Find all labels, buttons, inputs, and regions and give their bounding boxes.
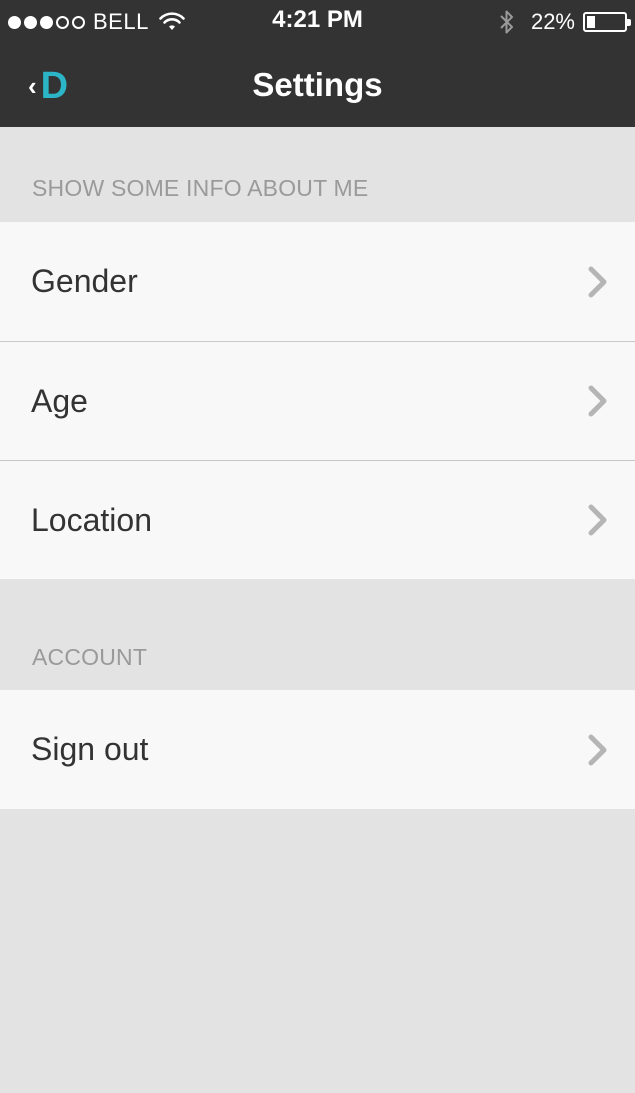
settings-group-account: Sign out (0, 690, 635, 809)
chevron-right-icon (588, 734, 607, 765)
settings-row-label: Location (31, 501, 152, 538)
chevron-right-icon (588, 504, 607, 536)
chevron-right-icon (588, 385, 607, 417)
settings-row-label: Gender (31, 263, 138, 299)
battery-fill (587, 16, 595, 28)
section-header-account: ACCOUNT (32, 644, 148, 670)
status-right: 22% (499, 8, 631, 36)
chevron-right-icon (588, 266, 607, 297)
settings-row-label: Sign out (31, 731, 149, 767)
bluetooth-icon (500, 10, 513, 34)
battery-nub (627, 19, 631, 26)
battery-percent: 22% (530, 9, 575, 34)
status-bar: BELL 4:21 PM 22% (0, 0, 635, 44)
settings-group-info: Gender Age Location (0, 222, 635, 579)
settings-row-age[interactable]: Age (0, 341, 635, 460)
section-header-info: SHOW SOME INFO ABOUT ME (32, 175, 369, 201)
top-bar: BELL 4:21 PM 22% ‹ D Settings (0, 0, 635, 127)
sign-out-button[interactable]: Sign out (0, 690, 635, 809)
page-title: Settings (252, 66, 383, 103)
settings-row-gender[interactable]: Gender (0, 222, 635, 341)
settings-row-label: Age (31, 382, 88, 419)
settings-row-location[interactable]: Location (0, 460, 635, 579)
battery-icon (583, 12, 631, 32)
navigation-bar: ‹ D Settings (0, 44, 635, 127)
